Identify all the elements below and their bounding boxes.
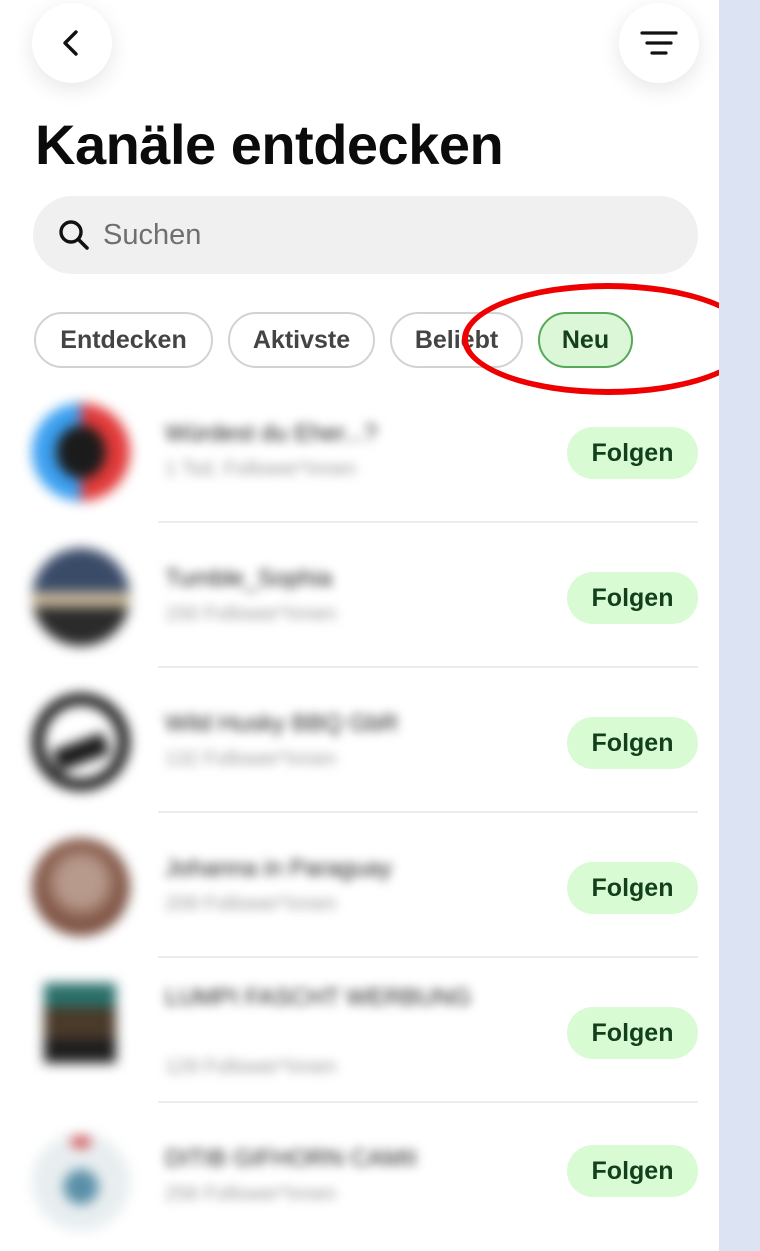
channel-row[interactable]: Tumble_Sophia 150 Follower*innen Folgen bbox=[0, 523, 719, 668]
channel-avatar bbox=[32, 403, 130, 501]
filter-chip-beliebt[interactable]: Beliebt bbox=[390, 312, 523, 368]
back-button[interactable] bbox=[32, 3, 112, 83]
follow-button[interactable]: Folgen bbox=[567, 427, 698, 479]
channel-avatar bbox=[32, 548, 130, 646]
channel-name: Wild Husky BBQ GbR bbox=[165, 710, 399, 737]
channel-row[interactable]: Wild Husky BBQ GbR 132 Follower*innen Fo… bbox=[0, 668, 719, 813]
channel-row[interactable]: Würdest du Eher...? 1 Tsd. Follower*inne… bbox=[0, 378, 719, 523]
follow-button[interactable]: Folgen bbox=[567, 1145, 698, 1197]
filter-menu-button[interactable] bbox=[619, 3, 699, 83]
channel-name: LUMPI FASCHT WERBUNG bbox=[165, 984, 472, 1011]
channel-name: Tumble_Sophia bbox=[165, 565, 333, 592]
channel-avatar bbox=[32, 1133, 130, 1231]
channel-followers: 1 Tsd. Follower*innen bbox=[165, 458, 356, 480]
follow-button[interactable]: Folgen bbox=[567, 572, 698, 624]
chevron-left-icon bbox=[63, 30, 78, 56]
filter-lines-icon bbox=[640, 31, 678, 55]
channel-followers: 209 Follower*innen bbox=[165, 893, 337, 915]
channel-discovery-screen: Kanäle entdecken Entdecken Aktivste Beli… bbox=[0, 0, 719, 1251]
channel-followers: 150 Follower*innen bbox=[165, 603, 337, 625]
channel-avatar bbox=[32, 838, 130, 936]
channel-followers: 129 Follower*innen bbox=[165, 1056, 337, 1078]
filter-chip-aktivste[interactable]: Aktivste bbox=[228, 312, 375, 368]
channel-row[interactable]: DITIB GIFHORN CAMII 256 Follower*innen F… bbox=[0, 1103, 719, 1248]
channel-name: Johanna in Paraguay bbox=[165, 855, 392, 882]
channel-row[interactable]: Johanna in Paraguay 209 Follower*innen F… bbox=[0, 813, 719, 958]
channel-avatar bbox=[32, 693, 130, 791]
channel-name: Würdest du Eher...? bbox=[165, 420, 378, 447]
channel-followers: 256 Follower*innen bbox=[165, 1183, 337, 1205]
follow-button[interactable]: Folgen bbox=[567, 717, 698, 769]
filter-chip-entdecken[interactable]: Entdecken bbox=[34, 312, 213, 368]
search-icon bbox=[59, 220, 89, 250]
channel-name: DITIB GIFHORN CAMII bbox=[165, 1145, 417, 1172]
search-bar[interactable] bbox=[33, 196, 698, 274]
channel-avatar bbox=[44, 983, 116, 1063]
search-input[interactable] bbox=[103, 218, 623, 252]
filter-chip-neu-selected[interactable]: Neu bbox=[538, 312, 633, 368]
page-title: Kanäle entdecken bbox=[35, 113, 504, 176]
channel-followers: 132 Follower*innen bbox=[165, 748, 337, 770]
follow-button[interactable]: Folgen bbox=[567, 1007, 698, 1059]
channel-row[interactable]: LUMPI FASCHT WERBUNG 129 Follower*innen … bbox=[0, 958, 719, 1103]
follow-button[interactable]: Folgen bbox=[567, 862, 698, 914]
